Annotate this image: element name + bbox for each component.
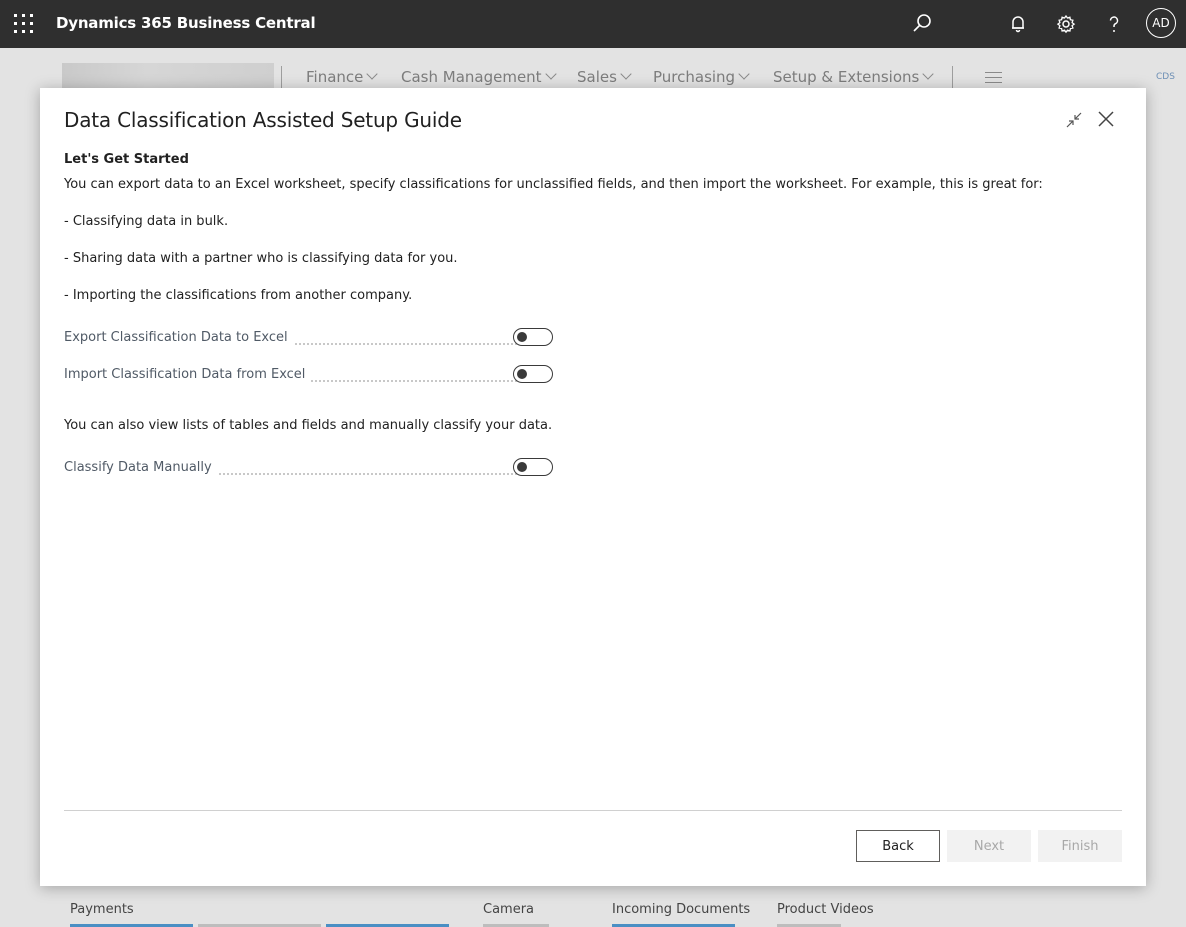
bullet-item: - Sharing data with a partner who is cla… (64, 251, 458, 266)
nav-finance-label: Finance (306, 68, 364, 86)
nav-cash-management-label: Cash Management (401, 68, 542, 86)
next-button[interactable]: Next (947, 830, 1031, 862)
close-icon[interactable] (1096, 109, 1116, 129)
nav-setup-extensions[interactable]: Setup & Extensions (773, 68, 935, 86)
nav-purchasing-label: Purchasing (653, 68, 736, 86)
nav-purchasing[interactable]: Purchasing (653, 68, 750, 86)
classify-manually-field: Classify Data Manually (64, 458, 556, 480)
import-classification-toggle[interactable] (513, 365, 553, 383)
search-icon[interactable] (910, 12, 934, 36)
app-launcher-icon[interactable] (14, 14, 33, 33)
intro-text: You can export data to an Excel workshee… (64, 177, 1043, 192)
manual-classify-text: You can also view lists of tables and fi… (64, 418, 553, 433)
chevron-down-icon (922, 68, 935, 80)
back-button[interactable]: Back (856, 830, 940, 862)
classify-manually-toggle[interactable] (513, 458, 553, 476)
chevron-down-icon (366, 68, 379, 80)
user-avatar[interactable]: AD (1146, 8, 1176, 38)
setup-guide-dialog: Data Classification Assisted Setup Guide… (40, 88, 1146, 886)
nav-divider (281, 66, 282, 88)
top-app-bar: Dynamics 365 Business Central AD (0, 0, 1186, 48)
import-classification-field: Import Classification Data from Excel (64, 365, 556, 387)
nav-cash-management[interactable]: Cash Management (401, 68, 557, 86)
nav-sales[interactable]: Sales (577, 68, 632, 86)
cds-link[interactable]: CDS (1156, 72, 1175, 82)
export-classification-toggle[interactable] (513, 328, 553, 346)
chevron-down-icon (738, 68, 750, 80)
import-classification-label[interactable]: Import Classification Data from Excel (64, 367, 312, 382)
finish-button[interactable]: Finish (1038, 830, 1122, 862)
nav-finance[interactable]: Finance (306, 68, 379, 86)
nav-divider (952, 66, 953, 88)
chevron-down-icon (544, 68, 557, 80)
toggle-knob (517, 369, 527, 379)
notification-bell-icon[interactable] (1006, 12, 1030, 36)
toggle-knob (517, 332, 527, 342)
nav-setup-extensions-label: Setup & Extensions (773, 68, 920, 86)
toggle-knob (517, 462, 527, 472)
collapse-icon[interactable] (1064, 110, 1084, 130)
nav-sales-label: Sales (577, 68, 617, 86)
bg-tab-payments: Payments (70, 902, 134, 917)
footer-divider (64, 810, 1122, 811)
dialog-title: Data Classification Assisted Setup Guide (64, 108, 462, 132)
company-name-blurred (62, 63, 274, 91)
export-classification-field: Export Classification Data to Excel (64, 328, 556, 350)
chevron-down-icon (620, 68, 632, 80)
bullet-item: - Classifying data in bulk. (64, 214, 229, 229)
help-icon[interactable] (1102, 12, 1126, 36)
bg-tab-product-videos: Product Videos (777, 902, 874, 917)
export-classification-label[interactable]: Export Classification Data to Excel (64, 330, 294, 345)
bg-tab-incoming-documents: Incoming Documents (612, 902, 751, 917)
settings-gear-icon[interactable] (1054, 12, 1078, 36)
hamburger-menu-icon[interactable] (985, 72, 1002, 84)
bg-tab-camera: Camera (483, 902, 535, 917)
classify-manually-label[interactable]: Classify Data Manually (64, 460, 218, 475)
bullet-item: - Importing the classifications from ano… (64, 288, 413, 303)
app-title[interactable]: Dynamics 365 Business Central (56, 14, 316, 32)
section-title: Let's Get Started (64, 152, 189, 167)
